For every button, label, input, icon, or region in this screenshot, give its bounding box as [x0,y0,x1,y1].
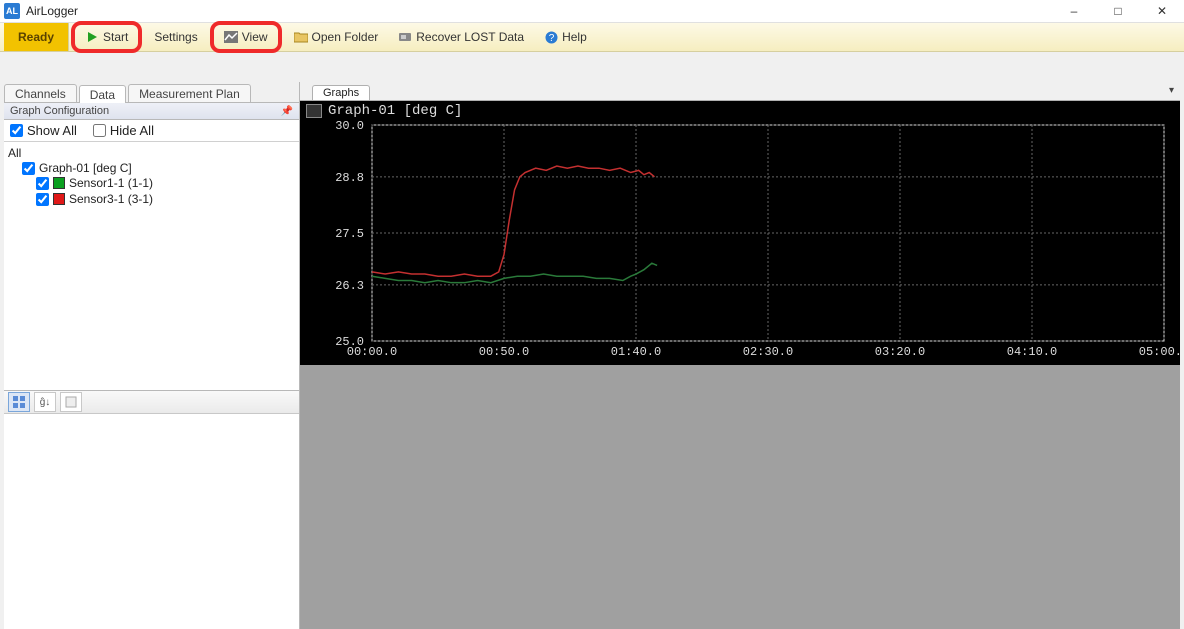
svg-text:30.0: 30.0 [335,119,364,133]
highlight-view: View [210,21,282,53]
tree-root[interactable]: All [8,146,295,160]
hide-all-input[interactable] [93,124,106,137]
status-indicator: Ready [4,23,69,51]
tab-measurement-plan[interactable]: Measurement Plan [128,84,251,102]
tree-sensor-1[interactable]: Sensor1-1 (1-1) [36,176,295,190]
window-close-button[interactable]: ✕ [1140,0,1184,22]
tab-overflow-button[interactable]: ▾ [1169,85,1174,96]
tab-graphs-label: Graphs [323,87,359,99]
tab-channels-label: Channels [15,87,66,101]
svg-text:01:40.0: 01:40.0 [611,345,661,359]
recover-button[interactable]: Recover LOST Data [388,23,534,51]
prop-categorized-button[interactable] [8,392,30,412]
window-maximize-button[interactable]: □ [1096,0,1140,22]
svg-text:03:20.0: 03:20.0 [875,345,925,359]
tab-channels[interactable]: Channels [4,84,77,102]
prop-alphabetical-button[interactable]: ĝ↓ [34,392,56,412]
pin-icon[interactable]: 📌 [281,106,293,117]
window-minimize-button[interactable]: – [1052,0,1096,22]
help-icon: ? [544,30,558,44]
tree-graph-node[interactable]: Graph-01 [deg C] [22,161,295,175]
svg-text:26.3: 26.3 [335,279,364,293]
prop-pages-button[interactable] [60,392,82,412]
titlebar: AL AirLogger – □ ✕ [0,0,1184,23]
view-button[interactable]: View [214,25,278,49]
recover-label: Recover LOST Data [416,27,524,47]
settings-button[interactable]: Settings [144,23,207,51]
hide-all-checkbox[interactable]: Hide All [93,123,154,138]
start-button[interactable]: Start [75,25,138,49]
svg-text:00:00.0: 00:00.0 [347,345,397,359]
play-icon [85,30,99,44]
property-toolbar: ĝ↓ [4,391,299,414]
show-all-label: Show All [27,123,77,138]
tree-sensor-2-label: Sensor3-1 (3-1) [69,192,153,206]
graph-tabstrip: Graphs ▾ [300,82,1180,101]
view-label: View [242,27,268,47]
main-toolbar: Ready Start Settings View [0,23,1184,52]
tree-graph-checkbox[interactable] [22,162,35,175]
show-all-input[interactable] [10,124,23,137]
graph-tree[interactable]: All Graph-01 [deg C] Sen [4,142,299,391]
tree-sensor-2[interactable]: Sensor3-1 (3-1) [36,192,295,206]
settings-label: Settings [154,27,197,47]
left-tabs: Channels Data Measurement Plan [4,82,299,103]
right-pane: Graphs ▾ Graph-01 [deg C] 25.026.327.528… [300,82,1180,629]
start-label: Start [103,27,128,47]
hide-all-label: Hide All [110,123,154,138]
svg-text:04:10.0: 04:10.0 [1007,345,1057,359]
tree-graph-label: Graph-01 [deg C] [39,161,132,175]
show-all-checkbox[interactable]: Show All [10,123,77,138]
property-grid[interactable] [4,414,299,629]
svg-text:02:30.0: 02:30.0 [743,345,793,359]
tab-measurement-plan-label: Measurement Plan [139,87,240,101]
open-folder-label: Open Folder [312,27,379,47]
open-folder-button[interactable]: Open Folder [284,23,389,51]
window-title: AirLogger [26,4,78,18]
svg-text:05:00.0: 05:00.0 [1139,345,1180,359]
graph-config-title: Graph Configuration [10,105,109,117]
graph-config-header: Graph Configuration 📌 [4,103,299,120]
left-pane: Channels Data Measurement Plan Graph Con… [4,82,300,629]
svg-text:?: ? [548,33,554,44]
tab-graphs[interactable]: Graphs [312,85,370,100]
help-label: Help [562,27,587,47]
tree-sensor-1-label: Sensor1-1 (1-1) [69,176,153,190]
help-button[interactable]: ? Help [534,23,597,51]
empty-area [300,365,1180,629]
tree-sensor-2-checkbox[interactable] [36,193,49,206]
folder-icon [294,30,308,44]
chart-panel[interactable]: Graph-01 [deg C] 25.026.327.528.830.000:… [300,101,1180,365]
recover-icon [398,30,412,44]
tab-data[interactable]: Data [79,85,126,103]
svg-text:00:50.0: 00:50.0 [479,345,529,359]
highlight-start: Start [71,21,142,53]
app-icon: AL [4,3,20,19]
color-swatch-green [53,177,65,189]
chart-icon [224,30,238,44]
show-hide-bar: Show All Hide All [4,120,299,142]
svg-text:28.8: 28.8 [335,171,364,185]
color-swatch-red [53,193,65,205]
tab-data-label: Data [90,88,115,102]
svg-text:27.5: 27.5 [335,227,364,241]
chart-svg: 25.026.327.528.830.000:00.000:50.001:40.… [300,101,1180,365]
tree-sensor-1-checkbox[interactable] [36,177,49,190]
